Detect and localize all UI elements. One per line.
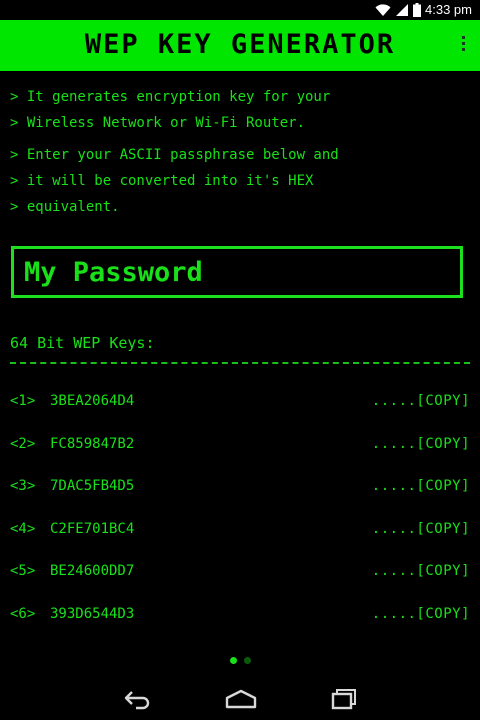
description-line: > it will be converted into it's HEX — [10, 173, 314, 189]
key-list: <1> 3BEA2064D4 .....[COPY] <2> FC859847B… — [10, 393, 470, 649]
key-index: <6> — [10, 605, 36, 622]
back-icon[interactable] — [117, 688, 157, 712]
key-index: <4> — [10, 520, 36, 537]
description-line: > Wireless Network or Wi-Fi Router. — [10, 115, 306, 131]
copy-button[interactable]: .....[COPY] — [372, 393, 470, 409]
key-row: <4> C2FE701BC4 .....[COPY] — [10, 521, 470, 564]
overflow-menu-icon[interactable] — [458, 36, 468, 58]
page-indicator — [0, 657, 480, 664]
status-time: 4:33 pm — [425, 2, 472, 17]
divider — [10, 362, 470, 364]
battery-icon — [413, 2, 422, 17]
key-row: <5> BE24600DD7 .....[COPY] — [10, 563, 470, 606]
copy-button[interactable]: .....[COPY] — [372, 478, 470, 494]
key-index: <1> — [10, 393, 36, 409]
key-index: <5> — [10, 563, 36, 580]
copy-button[interactable]: .....[COPY] — [372, 436, 470, 452]
description: > It generates encryption key for your >… — [10, 84, 470, 220]
key-row: <1> 3BEA2064D4 .....[COPY] — [10, 393, 470, 436]
key-index: <2> — [10, 435, 36, 452]
navigation-bar — [0, 680, 480, 720]
passphrase-box — [11, 246, 463, 298]
key-row: <2> FC859847B2 .....[COPY] — [10, 436, 470, 479]
page-dot-active — [229, 657, 237, 664]
page-dot — [243, 657, 251, 664]
key-row: <6> 393D6544D3 .....[COPY] — [10, 606, 470, 649]
description-line: > It generates encryption key for your — [10, 89, 331, 105]
keys-section-title: 64 Bit WEP Keys: — [10, 334, 155, 352]
passphrase-input[interactable] — [14, 249, 460, 295]
key-value: FC859847B2 — [50, 435, 135, 452]
key-value: BE24600DD7 — [50, 563, 135, 580]
key-value: C2FE701BC4 — [50, 520, 135, 537]
copy-button[interactable]: .....[COPY] — [372, 521, 470, 537]
app-bar: WEP KEY GENERATOR — [0, 20, 480, 71]
app-title: WEP KEY GENERATOR — [84, 29, 396, 60]
key-value: 7DAC5FB4D5 — [50, 478, 135, 495]
key-row: <3> 7DAC5FB4D5 .....[COPY] — [10, 478, 470, 521]
key-index: <3> — [10, 478, 36, 495]
status-bar: 4:33 pm — [0, 0, 480, 20]
description-line: > Enter your ASCII passphrase below and — [10, 147, 339, 163]
copy-button[interactable]: .....[COPY] — [372, 563, 470, 579]
copy-button[interactable]: .....[COPY] — [372, 606, 470, 622]
description-line: > equivalent. — [10, 199, 120, 215]
status-icons: 4:33 pm — [375, 2, 472, 17]
home-icon[interactable] — [221, 688, 261, 712]
key-value: 3BEA2064D4 — [50, 393, 135, 409]
wifi-icon — [375, 3, 391, 17]
signal-icon — [395, 3, 409, 17]
key-value: 393D6544D3 — [50, 605, 135, 622]
recents-icon[interactable] — [324, 688, 364, 712]
